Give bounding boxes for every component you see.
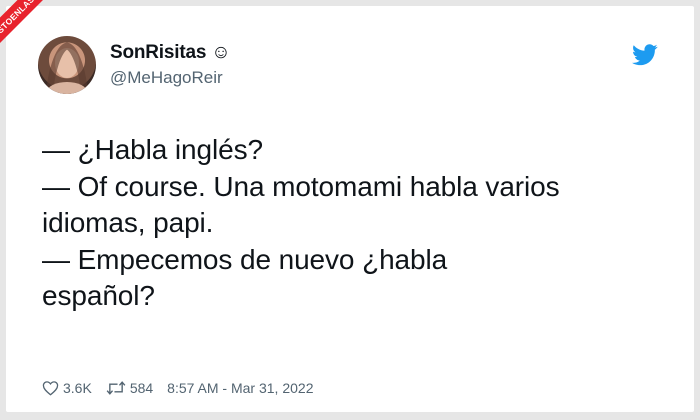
like-button[interactable]: 3.6K (42, 380, 92, 396)
display-name[interactable]: SonRisitas ☺ (110, 42, 231, 64)
tweet-timestamp[interactable]: 8:57 AM - Mar 31, 2022 (167, 380, 313, 396)
watermark-ribbon: VISTOENLASREDES (0, 0, 83, 55)
heart-icon (42, 381, 59, 396)
tweet-card: VISTOENLASREDES SonRisitas ☺ @MeHagoReir… (0, 0, 694, 412)
retweet-count: 584 (129, 380, 154, 396)
tweet-footer: 3.6K 584 8:57 AM - Mar 31, 2022 (42, 378, 313, 398)
twitter-bird-icon[interactable] (632, 44, 658, 66)
retweet-icon (106, 381, 126, 395)
retweet-button[interactable]: 584 (106, 380, 153, 396)
tweet-text: — ¿Habla inglés? — Of course. Una motoma… (42, 134, 560, 311)
like-count: 3.6K (63, 380, 92, 396)
user-handle[interactable]: @MeHagoReir (110, 68, 223, 88)
avatar[interactable] (38, 36, 96, 94)
avatar-image (46, 42, 88, 94)
